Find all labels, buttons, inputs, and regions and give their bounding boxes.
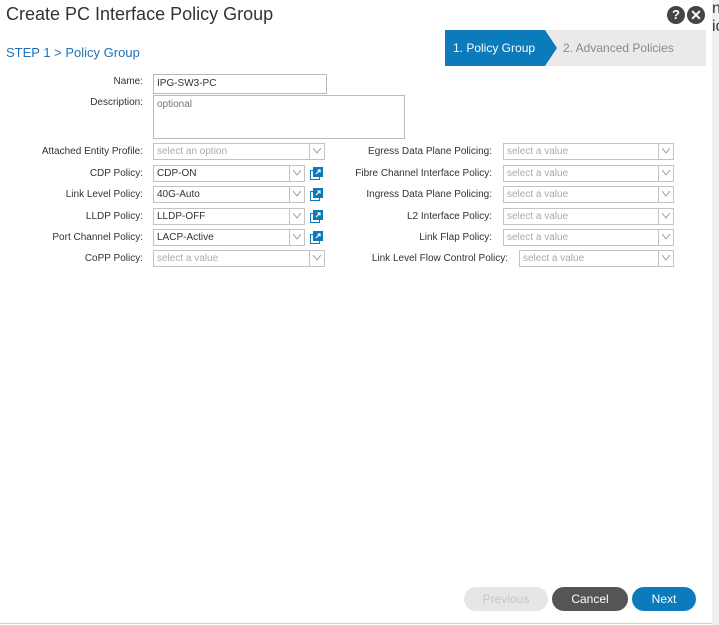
l2-interface-policy-select[interactable]: select a value	[503, 208, 674, 225]
copp-policy-label: CoPP Policy:	[84, 253, 143, 264]
wizard-step-advanced-policies[interactable]: 2. Advanced Policies	[563, 30, 674, 66]
step-label: STEP 1 > Policy Group	[6, 45, 140, 60]
chevron-down-icon[interactable]	[289, 209, 304, 224]
port-channel-policy-select[interactable]: LACP-Active	[153, 229, 305, 246]
previous-button[interactable]: Previous	[464, 587, 548, 611]
select-value: CDP-ON	[157, 168, 197, 179]
select-value: select a value	[523, 253, 585, 264]
attached-entity-profile-label: Attached Entity Profile:	[41, 146, 143, 157]
description-label: Description:	[90, 97, 143, 108]
fibre-channel-interface-policy-label: Fibre Channel Interface Policy:	[355, 168, 492, 179]
select-value: select a value	[507, 146, 569, 157]
description-input[interactable]	[153, 95, 405, 139]
open-external-icon[interactable]	[310, 167, 323, 180]
chevron-down-icon[interactable]	[289, 230, 304, 245]
egress-data-plane-policing-select[interactable]: select a value	[503, 143, 674, 160]
ingress-data-plane-policing-label: Ingress Data Plane Policing:	[366, 189, 492, 200]
close-icon[interactable]: ✕	[687, 6, 705, 24]
cdp-policy-label: CDP Policy:	[89, 168, 143, 179]
select-value: select a value	[507, 211, 569, 222]
next-button[interactable]: Next	[632, 587, 696, 611]
select-value: select a value	[507, 189, 569, 200]
select-value: select a value	[507, 168, 569, 179]
create-pc-interface-policy-group-dialog: Create PC Interface Policy Group ? ✕ STE…	[0, 0, 713, 624]
chevron-down-icon[interactable]	[658, 187, 673, 202]
chevron-down-icon[interactable]	[658, 209, 673, 224]
dialog-title: Create PC Interface Policy Group	[6, 4, 274, 24]
open-external-icon[interactable]	[310, 231, 323, 244]
wizard-steps: 1. Policy Group 2. Advanced Policies	[445, 30, 706, 66]
lldp-policy-label: LLDP Policy:	[85, 211, 143, 222]
link-level-flow-control-policy-select[interactable]: select a value	[519, 250, 674, 267]
link-flap-policy-select[interactable]: select a value	[503, 229, 674, 246]
chevron-down-icon[interactable]	[309, 251, 324, 266]
background-text-fragment: n ic	[712, 0, 719, 625]
open-external-icon[interactable]	[310, 188, 323, 201]
copp-policy-select[interactable]: select a value	[153, 250, 325, 267]
select-value: 40G-Auto	[157, 189, 200, 200]
chevron-down-icon[interactable]	[658, 166, 673, 181]
chevron-down-icon[interactable]	[658, 230, 673, 245]
wizard-step-arrow	[545, 30, 557, 66]
lldp-policy-select[interactable]: LLDP-OFF	[153, 208, 305, 225]
select-value: select a value	[507, 232, 569, 243]
chevron-down-icon[interactable]	[309, 144, 324, 159]
wizard-step-policy-group[interactable]: 1. Policy Group	[445, 30, 545, 66]
port-channel-policy-label: Port Channel Policy:	[52, 232, 143, 243]
name-label: Name:	[113, 76, 143, 87]
attached-entity-profile-select[interactable]: select an option	[153, 143, 325, 160]
link-flap-policy-label: Link Flap Policy:	[419, 232, 492, 243]
link-level-policy-label: Link Level Policy:	[65, 189, 143, 200]
select-value: select a value	[157, 253, 219, 264]
name-input[interactable]	[153, 74, 327, 94]
ingress-data-plane-policing-select[interactable]: select a value	[503, 186, 674, 203]
chevron-down-icon[interactable]	[658, 144, 673, 159]
select-value: select an option	[157, 146, 228, 157]
select-value: LACP-Active	[157, 232, 214, 243]
help-icon[interactable]: ?	[667, 6, 685, 24]
chevron-down-icon[interactable]	[289, 187, 304, 202]
egress-data-plane-policing-label: Egress Data Plane Policing:	[368, 146, 492, 157]
link-level-policy-select[interactable]: 40G-Auto	[153, 186, 305, 203]
chevron-down-icon[interactable]	[289, 166, 304, 181]
cdp-policy-select[interactable]: CDP-ON	[153, 165, 305, 182]
open-external-icon[interactable]	[310, 210, 323, 223]
l2-interface-policy-label: L2 Interface Policy:	[406, 211, 492, 222]
fibre-channel-interface-policy-select[interactable]: select a value	[503, 165, 674, 182]
select-value: LLDP-OFF	[157, 211, 206, 222]
link-level-flow-control-policy-label: Link Level Flow Control Policy:	[371, 253, 508, 264]
cancel-button[interactable]: Cancel	[552, 587, 628, 611]
chevron-down-icon[interactable]	[658, 251, 673, 266]
